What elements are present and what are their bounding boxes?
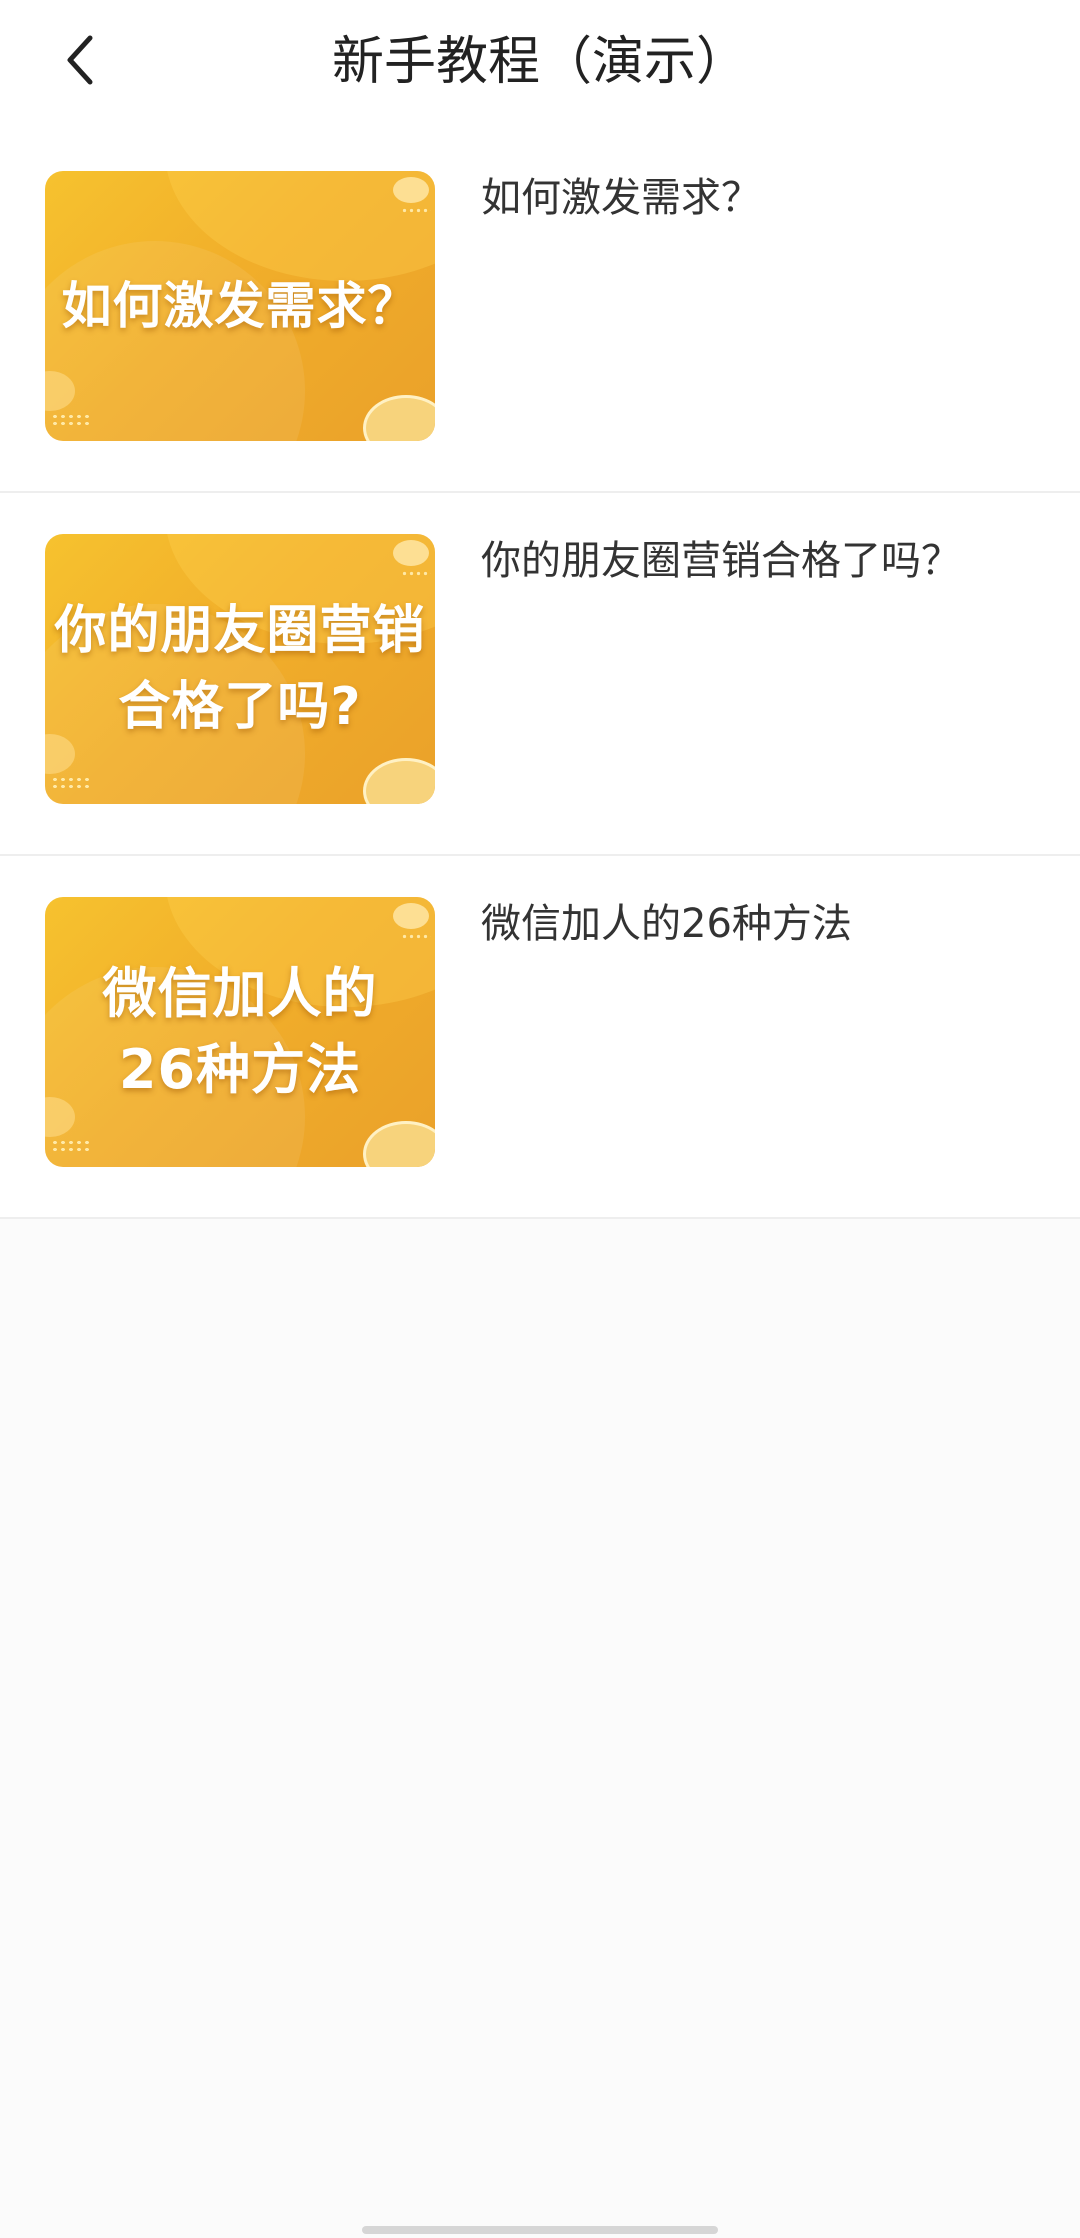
thumbnail-caption: 微信加人的 26种方法: [102, 962, 378, 1101]
tutorial-title[interactable]: 如何激发需求？: [481, 170, 1041, 226]
tutorial-title[interactable]: 你的朋友圈营销合格了吗？: [481, 533, 1041, 589]
tutorial-thumbnail[interactable]: 你的朋友圈营销 合格了吗?: [45, 534, 435, 804]
tutorial-item-wechat-add-friends[interactable]: 微信加人的 26种方法 微信加人的26种方法: [0, 856, 1080, 1219]
top-app-bar: 新手教程（演示）: [0, 0, 1080, 130]
home-indicator[interactable]: [362, 2226, 718, 2234]
tutorial-thumbnail[interactable]: 如何激发需求？: [45, 171, 435, 441]
page-title: 新手教程（演示）: [331, 32, 748, 92]
thumbnail-caption: 如何激发需求？: [61, 277, 419, 335]
tutorial-thumbnail[interactable]: 微信加人的 26种方法: [45, 897, 435, 1167]
tutorial-item-moments-marketing[interactable]: 你的朋友圈营销 合格了吗? 你的朋友圈营销合格了吗？: [0, 493, 1080, 856]
tutorial-item-how-to-stimulate-demand[interactable]: 如何激发需求？ 如何激发需求？: [0, 130, 1080, 493]
tutorial-list: 如何激发需求？ 如何激发需求？ 你的朋友圈营销 合格了吗? 你的朋友圈营销合格了…: [0, 130, 1080, 1219]
thumbnail-caption: 你的朋友圈营销 合格了吗?: [54, 601, 426, 737]
tutorial-title[interactable]: 微信加人的26种方法: [481, 896, 1041, 952]
